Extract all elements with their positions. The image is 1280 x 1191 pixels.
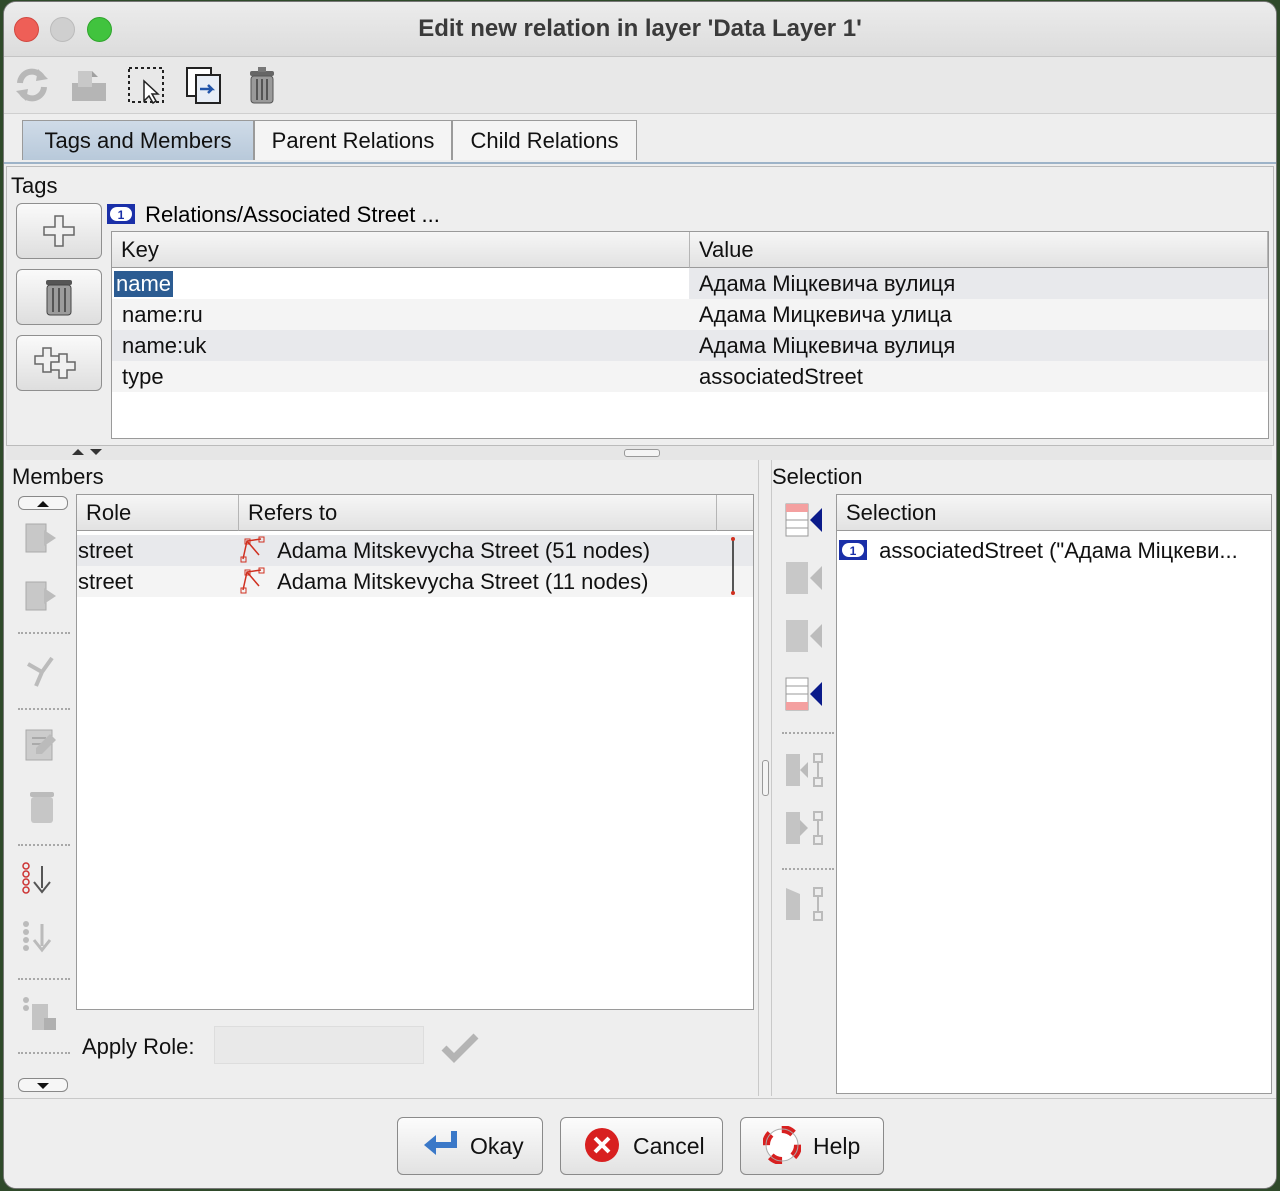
selection-table: Selection 1 associatedStreet ("Адама Міц… [836, 494, 1272, 1094]
table-row[interactable]: street Adama Mitskevycha Street (51 node… [77, 535, 753, 566]
relation-icon: 1 [107, 204, 135, 224]
move-down-icon[interactable] [22, 576, 62, 616]
scroll-down-button[interactable] [18, 1078, 68, 1092]
members-table: Role Refers to street Adama Mitskevycha … [76, 494, 754, 1010]
upload-icon[interactable] [68, 65, 108, 105]
set-role-icon[interactable] [784, 884, 824, 924]
paste-tags-button[interactable] [16, 335, 102, 391]
remove-member-icon[interactable] [22, 786, 62, 826]
add-selected-before-icon[interactable] [784, 558, 824, 598]
table-row[interactable]: type associatedStreet [112, 361, 1268, 392]
tag-value-cell[interactable]: Адама Міцкевича вулиця [699, 268, 1259, 299]
tag-value-cell[interactable]: Адама Мицкевича улица [699, 299, 1259, 330]
lifebuoy-icon [763, 1126, 801, 1164]
way-icon [240, 567, 265, 594]
member-refers-to-cell[interactable]: Adama Mitskevycha Street (51 nodes) [277, 538, 650, 563]
select-members-icon[interactable] [784, 808, 824, 848]
apply-role-checkmark-icon[interactable] [440, 1030, 480, 1064]
tag-value-cell[interactable]: associatedStreet [699, 361, 1259, 392]
selection-item-label: associatedStreet ("Адама Міцкеви... [879, 538, 1238, 563]
okay-button-label: Okay [470, 1133, 524, 1159]
add-tag-button[interactable] [16, 203, 102, 259]
svg-text:1: 1 [118, 208, 125, 222]
tab-tags-and-members[interactable]: Tags and Members [22, 120, 254, 160]
member-role-cell[interactable]: street [78, 566, 228, 597]
column-header-role[interactable]: Role [77, 495, 239, 531]
scroll-up-button[interactable] [18, 496, 68, 510]
cancel-button-label: Cancel [633, 1133, 705, 1159]
divider-grip[interactable] [624, 449, 660, 457]
table-row[interactable]: name:ru Адама Мицкевича улица [112, 299, 1268, 330]
tag-key-cell[interactable]: type [122, 361, 682, 392]
reverse-members-icon[interactable] [20, 918, 60, 958]
remove-selected-icon[interactable] [784, 750, 824, 790]
edit-member-icon[interactable] [22, 724, 62, 764]
add-selected-after-icon[interactable] [784, 616, 824, 656]
title-bar: Edit new relation in layer 'Data Layer 1… [4, 2, 1276, 57]
members-section-label: Members [12, 464, 104, 489]
return-arrow-icon [424, 1131, 457, 1155]
cancel-x-icon [585, 1128, 619, 1162]
column-header-value[interactable]: Value [690, 232, 1268, 268]
table-row[interactable]: name:uk Адама Міцкевича вулиця [112, 330, 1268, 361]
apply-role-input[interactable] [214, 1026, 424, 1064]
svg-text:1: 1 [850, 544, 857, 558]
help-button-label: Help [813, 1133, 861, 1159]
cancel-button[interactable]: Cancel [560, 1117, 723, 1175]
list-item[interactable]: 1 associatedStreet ("Адама Міцкеви... [837, 535, 1271, 566]
tag-key-cell[interactable]: name:uk [122, 330, 682, 361]
collapse-arrows-icon[interactable] [68, 446, 108, 460]
tag-key-cell-editing[interactable]: name [114, 271, 174, 297]
relation-icon: 1 [839, 540, 867, 560]
help-button[interactable]: Help [740, 1117, 884, 1175]
tags-panel: Tags 1 Relations/Associated Street ... K… [6, 166, 1274, 446]
selection-section-label: Selection [772, 464, 863, 489]
tags-table: Key Value name Адама Міцкевича вулиця na… [111, 231, 1269, 439]
add-selected-at-start-icon[interactable] [784, 500, 824, 540]
column-header-key[interactable]: Key [112, 232, 690, 268]
tab-parent-relations[interactable]: Parent Relations [254, 120, 452, 160]
refresh-icon[interactable] [12, 65, 52, 105]
delete-tag-button[interactable] [16, 269, 102, 325]
column-header-linkage[interactable] [717, 495, 753, 531]
table-row[interactable]: street Adama Mitskevycha Street (11 node… [77, 566, 753, 597]
way-icon [240, 536, 265, 563]
move-up-icon[interactable] [22, 518, 62, 558]
split-divider[interactable] [6, 446, 1272, 460]
linkage-indicator-icon [723, 566, 743, 597]
column-header-selection[interactable]: Selection [837, 495, 1271, 531]
okay-button[interactable]: Okay [397, 1117, 543, 1175]
tags-section-label: Tags [11, 173, 58, 198]
linkage-indicator-icon [723, 535, 743, 566]
apply-role-label: Apply Role: [82, 1034, 195, 1059]
select-icon[interactable] [126, 65, 166, 105]
table-row[interactable]: name Адама Міцкевича вулиця [112, 268, 1268, 299]
add-selected-at-end-icon[interactable] [784, 674, 824, 714]
selection-actions-bar [778, 496, 834, 1096]
duplicate-icon[interactable] [184, 65, 224, 105]
column-header-refers-to[interactable]: Refers to [239, 495, 717, 531]
download-members-icon[interactable] [20, 994, 60, 1034]
selection-panel: Selection Selection 1 associatedStreet (… [772, 460, 1272, 1096]
sort-members-icon[interactable] [20, 860, 60, 900]
member-role-cell[interactable]: street [78, 535, 228, 566]
tag-value-cell[interactable]: Адама Міцкевича вулиця [699, 330, 1259, 361]
preset-label: Relations/Associated Street ... [145, 202, 440, 227]
dialog-button-bar: Okay Cancel Help [4, 1098, 1276, 1188]
tab-child-relations[interactable]: Child Relations [452, 120, 637, 160]
trash-icon[interactable] [242, 65, 282, 105]
member-refers-to-cell[interactable]: Adama Mitskevycha Street (11 nodes) [277, 569, 648, 594]
toolbar [4, 57, 1276, 114]
vertical-splitter[interactable] [758, 460, 772, 1096]
member-actions-bar [14, 496, 70, 1094]
select-way-icon[interactable] [22, 650, 62, 690]
tab-bar: Tags and Members Parent Relations Child … [4, 114, 1276, 164]
window-title: Edit new relation in layer 'Data Layer 1… [418, 15, 862, 42]
relation-editor-window: Edit new relation in layer 'Data Layer 1… [4, 2, 1276, 1188]
preset-link[interactable]: 1 Relations/Associated Street ... [107, 201, 440, 229]
members-panel: Members Role Refers to street Adama Mits… [6, 460, 758, 1096]
tag-key-cell[interactable]: name:ru [122, 299, 682, 330]
